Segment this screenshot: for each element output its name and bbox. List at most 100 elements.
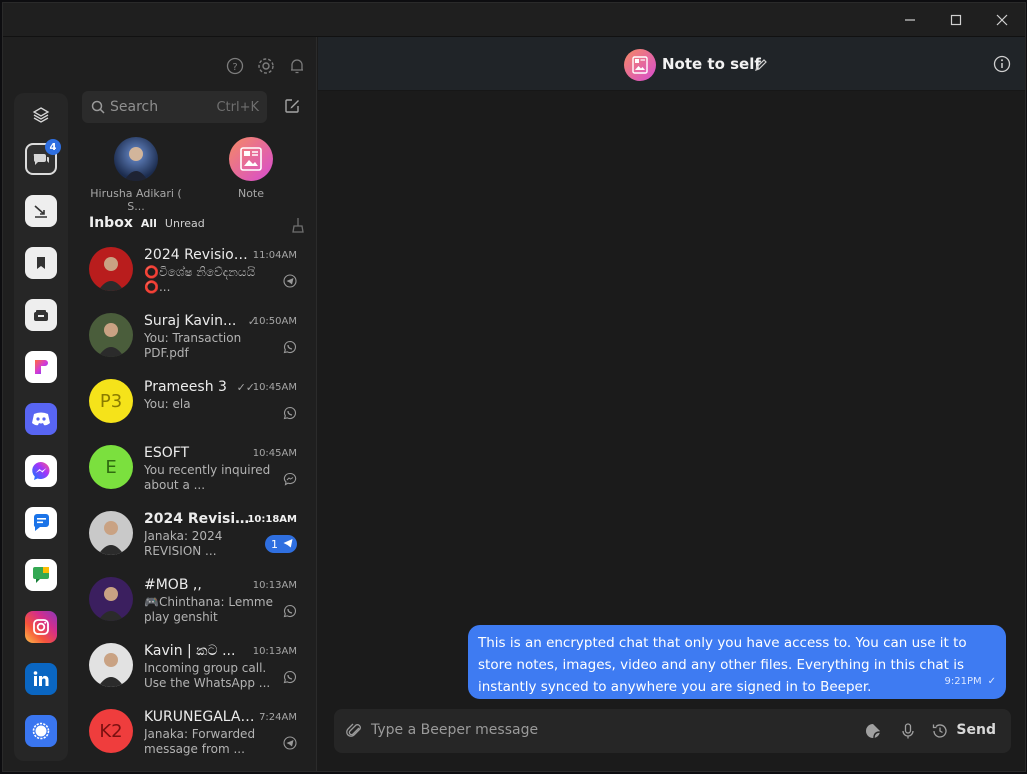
beeper-app-icon[interactable] <box>25 351 57 383</box>
avatar <box>89 511 133 555</box>
discord-icon[interactable] <box>25 403 57 435</box>
message-meta: 9:21PM ✓ <box>944 671 996 693</box>
message-bubble[interactable]: This is an encrypted chat that only you … <box>468 625 1006 699</box>
chat-time: 10:13AM <box>252 580 297 591</box>
chat-time: 10:18AM <box>247 514 297 525</box>
unread-badge: 1 <box>265 535 297 553</box>
avatar-initials: E <box>105 456 117 478</box>
unread-count: 1 <box>271 537 278 551</box>
pinned-chat[interactable]: Hirusha Adikari ( S... <box>81 137 191 213</box>
chat-name: Kavin | කට ... <box>144 643 236 659</box>
app-window: ? 4 Search Ctrl+K Hirusha Adikari (S...… <box>2 2 1026 772</box>
low-priority-icon[interactable] <box>25 195 57 227</box>
pinned-chat-name: Note <box>237 187 265 200</box>
clean-icon[interactable] <box>290 217 306 233</box>
schedule-icon[interactable] <box>931 722 949 740</box>
whatsapp-icon <box>283 603 297 618</box>
signal-icon[interactable] <box>25 715 57 747</box>
filter-unread[interactable]: Unread <box>165 217 205 230</box>
layers-icon[interactable] <box>25 99 57 131</box>
chat-name: KURUNEGALA ... <box>144 709 256 725</box>
search-input[interactable]: Search Ctrl+K <box>82 91 267 123</box>
avatar <box>89 313 133 357</box>
avatar <box>89 643 133 687</box>
chat-list-item[interactable]: E ESOFT 10:45AM You recently inquired about… <box>81 439 313 503</box>
chat-title: Note to self <box>662 55 761 73</box>
chat-preview: You: ela <box>144 397 191 411</box>
chat-preview: 🎮Chinthana: Lemme play genshit <box>144 595 273 624</box>
sticker-icon[interactable] <box>864 722 882 740</box>
chat-preview: ⭕විශේෂ නිවේදනයයි ⭕... <box>144 265 256 294</box>
pinned-chat[interactable]: Note <box>225 137 277 200</box>
filter-all[interactable]: All <box>141 217 157 230</box>
note-avatar <box>229 137 273 181</box>
chat-preview: Janaka: Forwarded message from ... <box>144 727 256 756</box>
chat-preview: You recently inquired about a ... <box>144 463 271 492</box>
minimize-button[interactable] <box>887 3 933 37</box>
note-icon <box>240 147 262 171</box>
google-chat-icon[interactable] <box>25 559 57 591</box>
message-time: 9:21PM <box>944 676 982 687</box>
chat-list-item[interactable]: Kavin | කට ... 10:13AM Incoming group call… <box>81 637 313 701</box>
info-icon[interactable] <box>993 55 1011 73</box>
edit-icon[interactable] <box>754 57 768 71</box>
message-text: This is an encrypted chat that only you … <box>478 635 967 695</box>
chat-time: 10:45AM <box>252 448 297 459</box>
chat-time: 11:04AM <box>252 250 297 261</box>
microphone-icon[interactable] <box>899 722 917 740</box>
avatar: E <box>89 445 133 489</box>
archive-icon[interactable] <box>25 299 57 331</box>
chat-name: ESOFT <box>144 445 190 461</box>
gear-icon[interactable] <box>256 56 276 76</box>
help-icon[interactable]: ? <box>225 56 245 76</box>
message-input[interactable]: Type a Beeper message <box>371 722 538 738</box>
linkedin-icon[interactable] <box>25 663 57 695</box>
chat-list-item[interactable]: K2 KURUNEGALA ... 7:24AM Janaka: Forwarded … <box>81 703 313 767</box>
avatar-initials: K2 <box>99 720 123 742</box>
chat-name: 2024 Revisio... <box>144 511 256 527</box>
message-composer[interactable]: Type a Beeper message Send <box>334 709 1011 753</box>
google-messages-icon[interactable] <box>25 507 57 539</box>
search-icon <box>91 100 105 114</box>
account-rail: 4 <box>14 93 68 761</box>
title-bar <box>3 3 1025 37</box>
search-shortcut: Ctrl+K <box>216 99 259 115</box>
chat-list-item[interactable]: #MOB ,, 10:13AM 🎮Chinthana: Lemme play gen… <box>81 571 313 635</box>
maximize-icon <box>950 14 962 26</box>
chat-time: 10:45AM <box>252 382 297 393</box>
note-icon <box>632 56 648 74</box>
instagram-icon[interactable] <box>25 611 57 643</box>
close-button[interactable] <box>979 3 1025 37</box>
maximize-button[interactable] <box>933 3 979 37</box>
attach-icon[interactable] <box>346 722 364 740</box>
all-chats-icon[interactable]: 4 <box>25 139 61 175</box>
chat-preview: You: Transaction PDF.pdf <box>144 331 242 360</box>
whatsapp-icon <box>283 669 297 684</box>
chat-list-item[interactable]: Suraj Kavin... ✓ 10:50AM You: Transaction P… <box>81 307 313 371</box>
chat-preview: Janaka: 2024 REVISION ... <box>144 529 223 558</box>
chat-name: #MOB ,, <box>144 577 202 593</box>
telegram-icon <box>282 537 294 552</box>
avatar: P3 <box>89 379 133 423</box>
svg-text:?: ? <box>232 62 237 73</box>
telegram-icon <box>283 735 297 750</box>
whatsapp-icon <box>283 405 297 420</box>
pinned-chat-name: Hirusha Adikari ( S... <box>90 187 182 213</box>
chat-header: Note to self <box>318 37 1025 91</box>
chat-list-item[interactable]: P3 Prameesh 3 ✓✓ 10:45AM You: ela <box>81 373 313 437</box>
chat-list-item[interactable]: 2024 Revision ... 11:04AM ⭕විශේෂ නිවේදනයයි… <box>81 241 313 305</box>
chat-name: 2024 Revision ... <box>144 247 256 263</box>
bookmark-icon[interactable] <box>25 247 57 279</box>
message-area: This is an encrypted chat that only you … <box>318 91 1025 701</box>
compose-icon[interactable] <box>283 97 301 115</box>
chat-name: Suraj Kavin... <box>144 313 237 329</box>
bell-icon[interactable] <box>287 56 307 76</box>
chat-list-item[interactable]: 2024 Revisio... 10:18AM Janaka: 2024 REVIS… <box>81 505 313 569</box>
send-button[interactable]: Send <box>956 722 996 738</box>
telegram-icon <box>283 273 297 288</box>
avatar <box>89 247 133 291</box>
whatsapp-icon <box>283 339 297 354</box>
message-status: ✓ <box>987 676 996 687</box>
messenger-icon[interactable] <box>25 455 57 487</box>
messenger-icon <box>283 471 297 486</box>
